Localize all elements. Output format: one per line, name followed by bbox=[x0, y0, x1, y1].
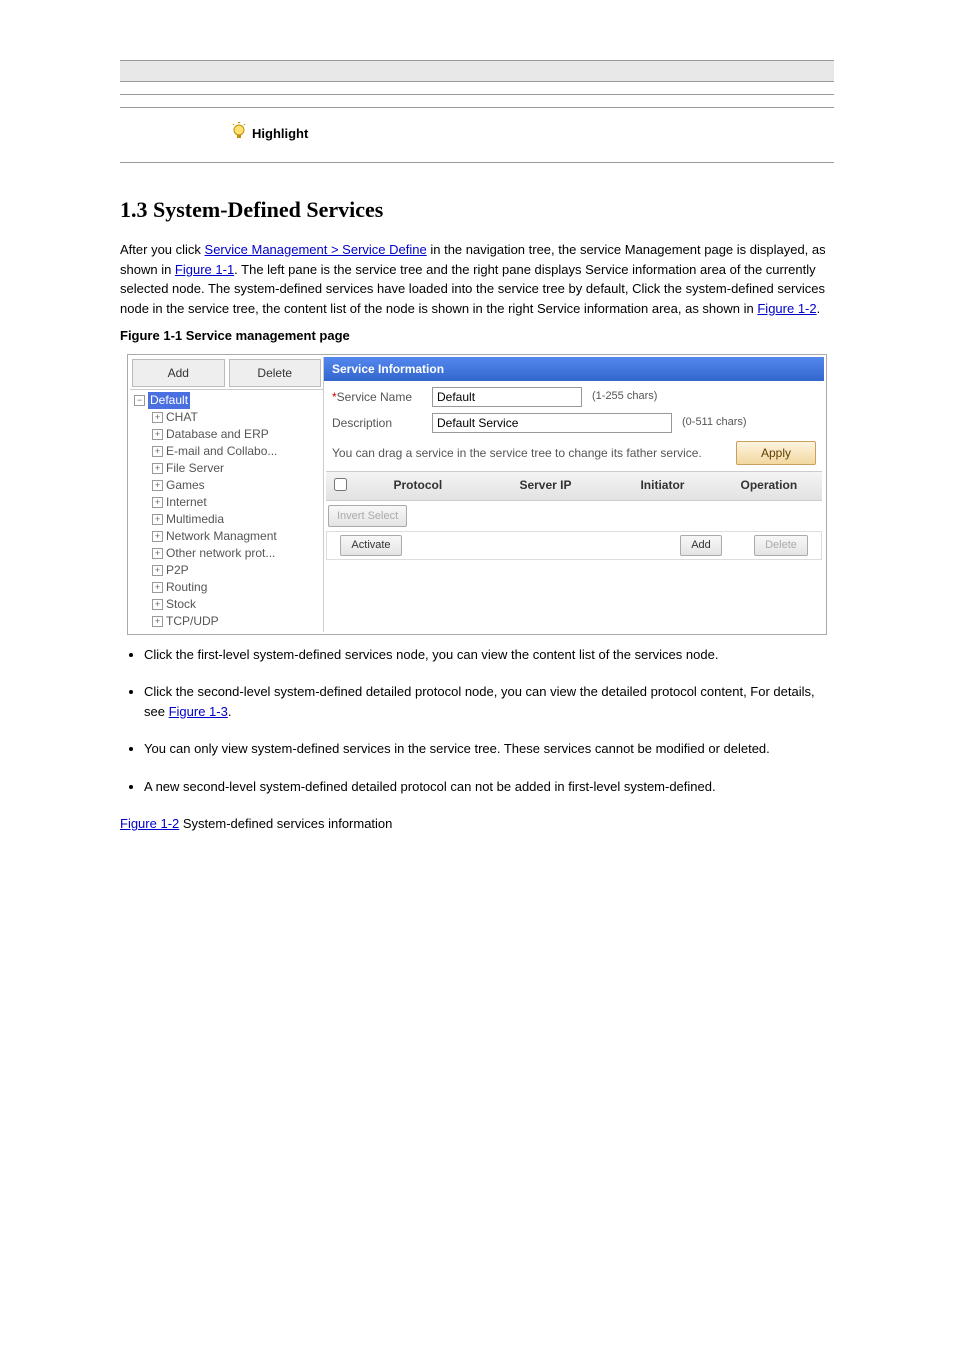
figure-1-1-caption: Figure 1-1 Service management page bbox=[120, 326, 834, 346]
tree-expand-icon[interactable]: + bbox=[152, 497, 163, 508]
para-text: After you click bbox=[120, 242, 205, 257]
bullet-item: Click the first-level system-defined ser… bbox=[144, 645, 834, 665]
grid-add-button[interactable]: Add bbox=[680, 535, 722, 556]
apply-button[interactable]: Apply bbox=[736, 441, 816, 465]
description-chars: (0-511 chars) bbox=[682, 414, 747, 431]
tree-delete-button[interactable]: Delete bbox=[229, 359, 322, 387]
service-tree-panel: Add Delete −Default +CHAT +Database and … bbox=[130, 357, 324, 632]
tree-expand-icon[interactable]: + bbox=[152, 582, 163, 593]
col-operation: Operation bbox=[716, 472, 822, 500]
tree-expand-icon[interactable]: + bbox=[152, 548, 163, 559]
intro-paragraph: After you click Service Management > Ser… bbox=[120, 240, 834, 318]
figure-caption-text: Figure 1-1 Service management page bbox=[120, 328, 350, 343]
tree-expand-icon[interactable]: + bbox=[152, 429, 163, 440]
tree-item[interactable]: TCP/UDP bbox=[166, 614, 219, 628]
tree-expand-icon[interactable]: + bbox=[152, 480, 163, 491]
activate-button[interactable]: Activate bbox=[340, 535, 401, 556]
description-input[interactable] bbox=[432, 413, 672, 433]
tree-expand-icon[interactable]: + bbox=[152, 446, 163, 457]
figure-1-3-link[interactable]: Figure 1-3 bbox=[169, 704, 228, 719]
tree-expand-icon[interactable]: + bbox=[152, 463, 163, 474]
bullet-item: A new second-level system-defined detail… bbox=[144, 777, 834, 797]
figure-1-2-caption: Figure 1-2 System-defined services infor… bbox=[120, 814, 834, 834]
select-all-checkbox[interactable] bbox=[334, 478, 347, 491]
bullet-text: . bbox=[228, 704, 232, 719]
tree-item[interactable]: Network Managment bbox=[166, 529, 277, 543]
grid-delete-button[interactable]: Delete bbox=[754, 535, 808, 556]
content-grid-header: Protocol Server IP Initiator Operation bbox=[326, 471, 822, 501]
tree-expand-icon[interactable]: + bbox=[152, 514, 163, 525]
figure-caption-text: System-defined services information bbox=[179, 816, 392, 831]
tree-item[interactable]: Games bbox=[166, 478, 205, 492]
service-info-title: Service Information bbox=[324, 357, 824, 381]
bullet-item: Click the second-level system-defined de… bbox=[144, 682, 834, 721]
service-name-chars: (1-255 chars) bbox=[592, 388, 657, 405]
grid-ops-row: Activate Add Delete bbox=[326, 531, 822, 560]
tree-expand-icon[interactable]: + bbox=[152, 531, 163, 542]
bullet-item: You can only view system-defined service… bbox=[144, 739, 834, 759]
tree-item[interactable]: File Server bbox=[166, 461, 224, 475]
bullet-list: Click the first-level system-defined ser… bbox=[144, 645, 834, 797]
tree-item[interactable]: Stock bbox=[166, 597, 196, 611]
tree-root-selected[interactable]: Default bbox=[148, 392, 190, 409]
tree-item[interactable]: Internet bbox=[166, 495, 207, 509]
figure-1-1: Add Delete −Default +CHAT +Database and … bbox=[127, 354, 827, 635]
tree-item[interactable]: Multimedia bbox=[166, 512, 224, 526]
section-heading: 1.3 System-Defined Services bbox=[120, 193, 834, 226]
service-name-input[interactable] bbox=[432, 387, 582, 407]
col-protocol: Protocol bbox=[354, 472, 482, 500]
service-name-label: *Service Name bbox=[332, 388, 432, 406]
col-server-ip: Server IP bbox=[482, 472, 610, 500]
tree-item[interactable]: CHAT bbox=[166, 410, 198, 424]
tree-expand-icon[interactable]: + bbox=[152, 599, 163, 610]
invert-select-button[interactable]: Invert Select bbox=[328, 505, 407, 528]
service-define-link[interactable]: Service Management > Service Define bbox=[205, 242, 427, 257]
service-tree[interactable]: −Default +CHAT +Database and ERP +E-mail… bbox=[130, 390, 323, 632]
tree-item[interactable]: Database and ERP bbox=[166, 427, 269, 441]
figure-1-2-link[interactable]: Figure 1-2 bbox=[757, 301, 816, 316]
para-text: . bbox=[817, 301, 821, 316]
tree-item[interactable]: P2P bbox=[166, 563, 189, 577]
tree-collapse-icon[interactable]: − bbox=[134, 395, 145, 406]
drag-hint: You can drag a service in the service tr… bbox=[332, 444, 736, 462]
service-info-panel: Service Information *Service Name (1-255… bbox=[324, 357, 824, 632]
highlight-label: Highlight bbox=[252, 126, 308, 141]
tree-expand-icon[interactable]: + bbox=[152, 565, 163, 576]
tree-expand-icon[interactable]: + bbox=[152, 412, 163, 423]
tree-item[interactable]: Other network prot... bbox=[166, 546, 275, 560]
bullet-text: Click the second-level system-defined de… bbox=[144, 684, 815, 719]
tree-add-button[interactable]: Add bbox=[132, 359, 225, 387]
col-initiator: Initiator bbox=[609, 472, 715, 500]
lightbulb-icon bbox=[230, 122, 248, 148]
description-label: Description bbox=[332, 414, 432, 432]
tree-item[interactable]: E-mail and Collabo... bbox=[166, 444, 277, 458]
figure-1-2-caption-link[interactable]: Figure 1-2 bbox=[120, 816, 179, 831]
figure-1-1-link[interactable]: Figure 1-1 bbox=[175, 262, 234, 277]
description-table: Highlight bbox=[120, 60, 834, 163]
tree-expand-icon[interactable]: + bbox=[152, 616, 163, 627]
tree-item[interactable]: Routing bbox=[166, 580, 207, 594]
